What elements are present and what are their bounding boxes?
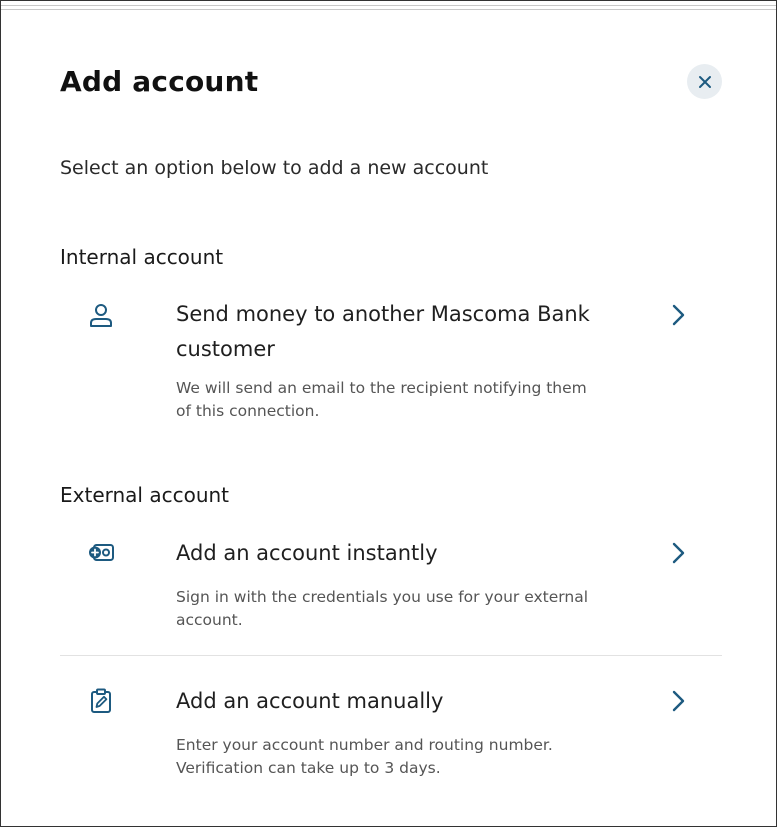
dialog-subtitle: Select an option below to add a new acco… xyxy=(60,157,489,179)
section-title-external: External account xyxy=(60,483,230,507)
add-account-dialog: Add account Select an option below to ad… xyxy=(0,0,777,827)
option-title: Send money to another Mascoma Bank custo… xyxy=(176,302,590,361)
chevron-right-icon xyxy=(672,304,685,326)
close-icon xyxy=(698,75,711,88)
option-send-money[interactable]: Send money to another Mascoma Bank custo… xyxy=(60,297,722,427)
account-link-icon xyxy=(89,544,114,561)
dialog-title: Add account xyxy=(60,65,259,98)
option-description: Sign in with the credentials you use for… xyxy=(176,588,589,629)
option-add-manually[interactable]: Add an account manually Enter your accou… xyxy=(60,684,722,784)
option-title: Add an account manually xyxy=(176,689,444,713)
option-title: Add an account instantly xyxy=(176,541,438,565)
section-title-internal: Internal account xyxy=(60,245,224,269)
option-description: Enter your account number and routing nu… xyxy=(176,736,553,777)
person-icon xyxy=(90,304,112,327)
close-button[interactable] xyxy=(687,64,722,99)
option-add-instantly[interactable]: Add an account instantly Sign in with th… xyxy=(60,536,722,636)
clipboard-edit-icon xyxy=(91,688,111,713)
option-description: We will send an email to the recipient n… xyxy=(176,379,587,420)
top-divider xyxy=(1,5,776,10)
option-divider xyxy=(60,655,722,656)
chevron-right-icon xyxy=(672,542,685,564)
chevron-right-icon xyxy=(672,690,685,712)
